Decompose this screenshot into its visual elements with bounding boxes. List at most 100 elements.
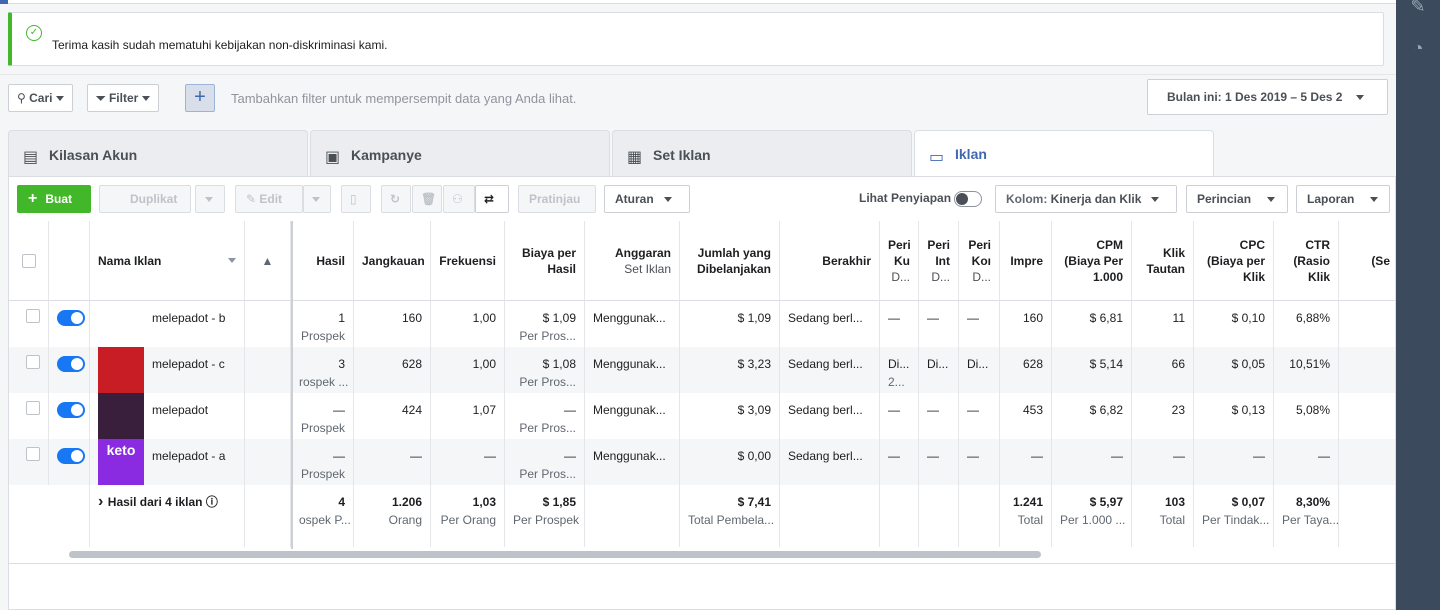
- clock-icon[interactable]: ◔: [1406, 36, 1430, 60]
- column-header[interactable]: CTR (Rasio Klik: [1274, 221, 1339, 301]
- column-header[interactable]: Biaya per Hasil: [505, 221, 585, 301]
- view-setup-toggle[interactable]: [954, 191, 983, 207]
- ad-status-toggle[interactable]: [57, 309, 85, 326]
- ad-thumbnail[interactable]: [98, 301, 144, 347]
- select-all-checkbox[interactable]: [21, 253, 36, 268]
- ad-thumbnail[interactable]: [98, 347, 144, 393]
- compare-button[interactable]: ⇄: [475, 185, 509, 213]
- row-toggle-cell: [49, 347, 90, 393]
- delete-button[interactable]: 🗑: [412, 185, 442, 213]
- tab-ads[interactable]: ▭ Iklan: [914, 130, 1214, 178]
- column-header[interactable]: Impre: [1000, 221, 1052, 301]
- columns-dropdown[interactable]: Kolom: Kinerja dan Klik: [995, 185, 1177, 213]
- header-label: Biaya per: [521, 245, 576, 260]
- column-header[interactable]: Berakhir: [780, 221, 880, 301]
- preview-button[interactable]: Pratinjau: [518, 185, 596, 213]
- clipboard-button[interactable]: ▯: [341, 185, 371, 213]
- horizontal-scrollbar[interactable]: [69, 551, 1041, 558]
- refresh-button[interactable]: ↻: [381, 185, 411, 213]
- edit-dropdown[interactable]: [303, 185, 331, 213]
- header-label: Impre: [1010, 253, 1043, 268]
- totals-value: 103: [1164, 495, 1185, 509]
- metric-cell: 453: [1000, 393, 1052, 439]
- row-checkbox[interactable]: [26, 309, 40, 323]
- totals-cell: 1,03 Per Orang: [431, 485, 505, 547]
- metric-cell: — Per Pros...: [505, 393, 585, 439]
- column-header[interactable]: Anggaran Set Iklan: [585, 221, 680, 301]
- totals-empty: [9, 485, 90, 547]
- column-header[interactable]: Jangkauan: [354, 221, 431, 301]
- search-button[interactable]: ⚲ Cari: [8, 84, 74, 112]
- ad-thumbnail[interactable]: [98, 393, 144, 439]
- filter-hint[interactable]: Tambahkan filter untuk mempersempit data…: [231, 91, 576, 106]
- tab-account-overview[interactable]: ▤ Kilasan Akun: [8, 130, 308, 178]
- metric-value: 628: [401, 357, 422, 371]
- metric-value: 1: [338, 311, 345, 325]
- row-checkbox[interactable]: [26, 447, 40, 461]
- ad-status-toggle[interactable]: [57, 447, 85, 464]
- column-header[interactable]: CPM (Biaya Per 1.000: [1052, 221, 1132, 301]
- column-header[interactable]: Peri Int D...: [919, 221, 959, 301]
- row-select-cell: [9, 393, 49, 439]
- tab-campaigns[interactable]: ▣ Kampanye: [310, 130, 610, 178]
- metric-cell: 6,88%: [1274, 301, 1339, 347]
- totals-label-cell[interactable]: › Hasil dari 4 iklan ⓘ: [90, 485, 245, 547]
- ad-name-link[interactable]: melepadot - b: [152, 311, 225, 325]
- edit-button[interactable]: ✎ Edit: [235, 185, 303, 213]
- metric-cell: —: [1052, 439, 1132, 485]
- tab-ad-sets[interactable]: ▦ Set Iklan: [612, 130, 912, 178]
- ad-name-link[interactable]: melepadot - c: [152, 357, 225, 371]
- date-range-button[interactable]: Bulan ini: 1 Des 2019 – 5 Des 2: [1147, 79, 1388, 115]
- chevron-down-icon: [1151, 197, 1160, 203]
- ad-name-cell: melepadot - c: [90, 347, 245, 393]
- chevron-down-icon: [1267, 197, 1276, 203]
- create-button[interactable]: + Buat: [17, 185, 91, 213]
- chevron-right-icon[interactable]: ›: [98, 493, 108, 510]
- metric-cell: Menggunak...: [585, 439, 680, 485]
- ad-status-toggle[interactable]: [57, 355, 85, 372]
- header-sublabel: D...: [972, 269, 991, 284]
- chevron-down-icon: [312, 197, 320, 203]
- ad-thumbnail[interactable]: keto: [98, 439, 144, 485]
- ad-status-toggle[interactable]: [57, 401, 85, 418]
- ad-icon: ▭: [929, 149, 945, 166]
- header-label: Klik: [1162, 245, 1185, 260]
- column-header[interactable]: Klik Tautan: [1132, 221, 1194, 301]
- funnel-icon: ⏷: [96, 91, 106, 105]
- metric-cell: 424: [354, 393, 431, 439]
- top-strip: [0, 0, 1396, 4]
- filter-button[interactable]: ⏷ Filter: [87, 84, 160, 112]
- metric-cell: —: [1132, 439, 1194, 485]
- audience-button[interactable]: ⚇: [443, 185, 475, 213]
- metric-value: Sedang berl...: [788, 449, 863, 463]
- duplicate-button[interactable]: Duplikat: [99, 185, 191, 213]
- column-header[interactable]: (Se: [1339, 221, 1395, 301]
- metric-cell: $ 6,81: [1052, 301, 1132, 347]
- column-header[interactable]: Frekuensi: [431, 221, 505, 301]
- column-header[interactable]: Peri Koı D...: [959, 221, 1000, 301]
- column-header[interactable]: Jumlah yang Dibelanjakan: [680, 221, 780, 301]
- date-range-label: Bulan ini: 1 Des 2019 – 5 Des 2: [1167, 90, 1343, 104]
- pencil-icon[interactable]: ✎: [1406, 0, 1430, 18]
- sort-icon[interactable]: [228, 258, 236, 263]
- info-icon[interactable]: ⓘ: [203, 495, 218, 509]
- metric-cell: [1339, 439, 1395, 485]
- totals-subvalue: Per Taya...: [1282, 513, 1339, 527]
- breakdown-dropdown[interactable]: Perincian: [1186, 185, 1288, 213]
- ad-name-cell: keto melepadot - a: [90, 439, 245, 485]
- rules-button[interactable]: Aturan: [604, 185, 690, 213]
- reports-dropdown[interactable]: Laporan: [1296, 185, 1390, 213]
- column-header[interactable]: Hasil: [291, 221, 354, 301]
- column-header[interactable]: Peri Ku D...: [880, 221, 919, 301]
- row-checkbox[interactable]: [26, 401, 40, 415]
- name-column-header[interactable]: Nama Iklan: [90, 221, 245, 301]
- ad-name-link[interactable]: melepadot: [152, 403, 208, 417]
- duplicate-dropdown[interactable]: [195, 185, 225, 213]
- column-header[interactable]: CPC (Biaya per Klik: [1194, 221, 1274, 301]
- ad-name-link[interactable]: melepadot - a: [152, 449, 225, 463]
- right-sidebar: ✎ ◔: [1396, 0, 1440, 610]
- metric-value: $ 5,14: [1089, 357, 1123, 371]
- row-checkbox[interactable]: [26, 355, 40, 369]
- add-filter-button[interactable]: +: [185, 84, 215, 112]
- warning-cell: [245, 439, 291, 485]
